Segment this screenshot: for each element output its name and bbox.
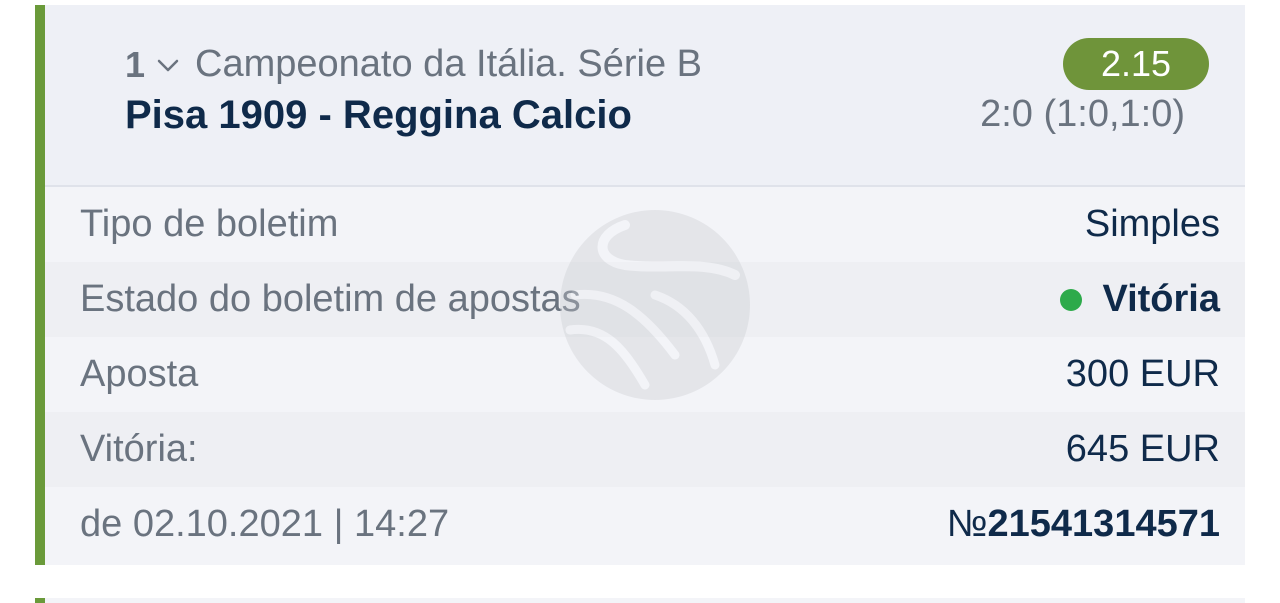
event-number: 1 xyxy=(125,43,146,85)
chevron-down-icon[interactable] xyxy=(153,50,183,80)
detail-row-stake: Aposta 300 EUR xyxy=(45,337,1245,412)
match-teams: Pisa 1909 - Reggina Calcio xyxy=(125,93,632,137)
bet-slip-card: 1 Campeonato da Itália. Série B Pisa 190… xyxy=(35,5,1245,565)
bet-details: Tipo de boletim Simples Estado do boleti… xyxy=(45,187,1245,562)
detail-label: Vitória: xyxy=(80,428,198,470)
odds-badge: 2.15 xyxy=(1063,38,1209,90)
detail-value: 645 EUR xyxy=(1065,428,1220,470)
ticket-number-prefix: № xyxy=(946,503,988,545)
league-name: Campeonato da Itália. Série B xyxy=(195,43,703,85)
detail-value: Simples xyxy=(1084,203,1220,245)
match-score: 2:0 (1:0,1:0) xyxy=(980,93,1185,135)
ticket-number-value: 21541314571 xyxy=(987,503,1220,545)
detail-row-status: Estado do boletim de apostas Vitória xyxy=(45,262,1245,337)
detail-row-winnings: Vitória: 645 EUR xyxy=(45,412,1245,487)
detail-label: Aposta xyxy=(80,353,199,395)
event-league-line[interactable]: 1 Campeonato da Itália. Série B xyxy=(125,43,702,86)
status-dot-icon xyxy=(1060,288,1083,311)
next-bet-card xyxy=(35,598,1245,603)
detail-row-type: Tipo de boletim Simples xyxy=(45,187,1245,262)
detail-label: Estado do boletim de apostas xyxy=(80,278,581,320)
detail-label: Tipo de boletim xyxy=(80,203,339,245)
event-header[interactable]: 1 Campeonato da Itália. Série B Pisa 190… xyxy=(45,5,1245,187)
detail-value: 300 EUR xyxy=(1065,353,1220,395)
status-text: Vitória xyxy=(1102,278,1220,320)
detail-value-status: Vitória xyxy=(1060,278,1220,321)
detail-row-date: de 02.10.2021 | 14:27 № 21541314571 xyxy=(45,487,1245,562)
bet-date: de 02.10.2021 | 14:27 xyxy=(80,503,450,545)
ticket-number[interactable]: № 21541314571 xyxy=(947,503,1220,546)
